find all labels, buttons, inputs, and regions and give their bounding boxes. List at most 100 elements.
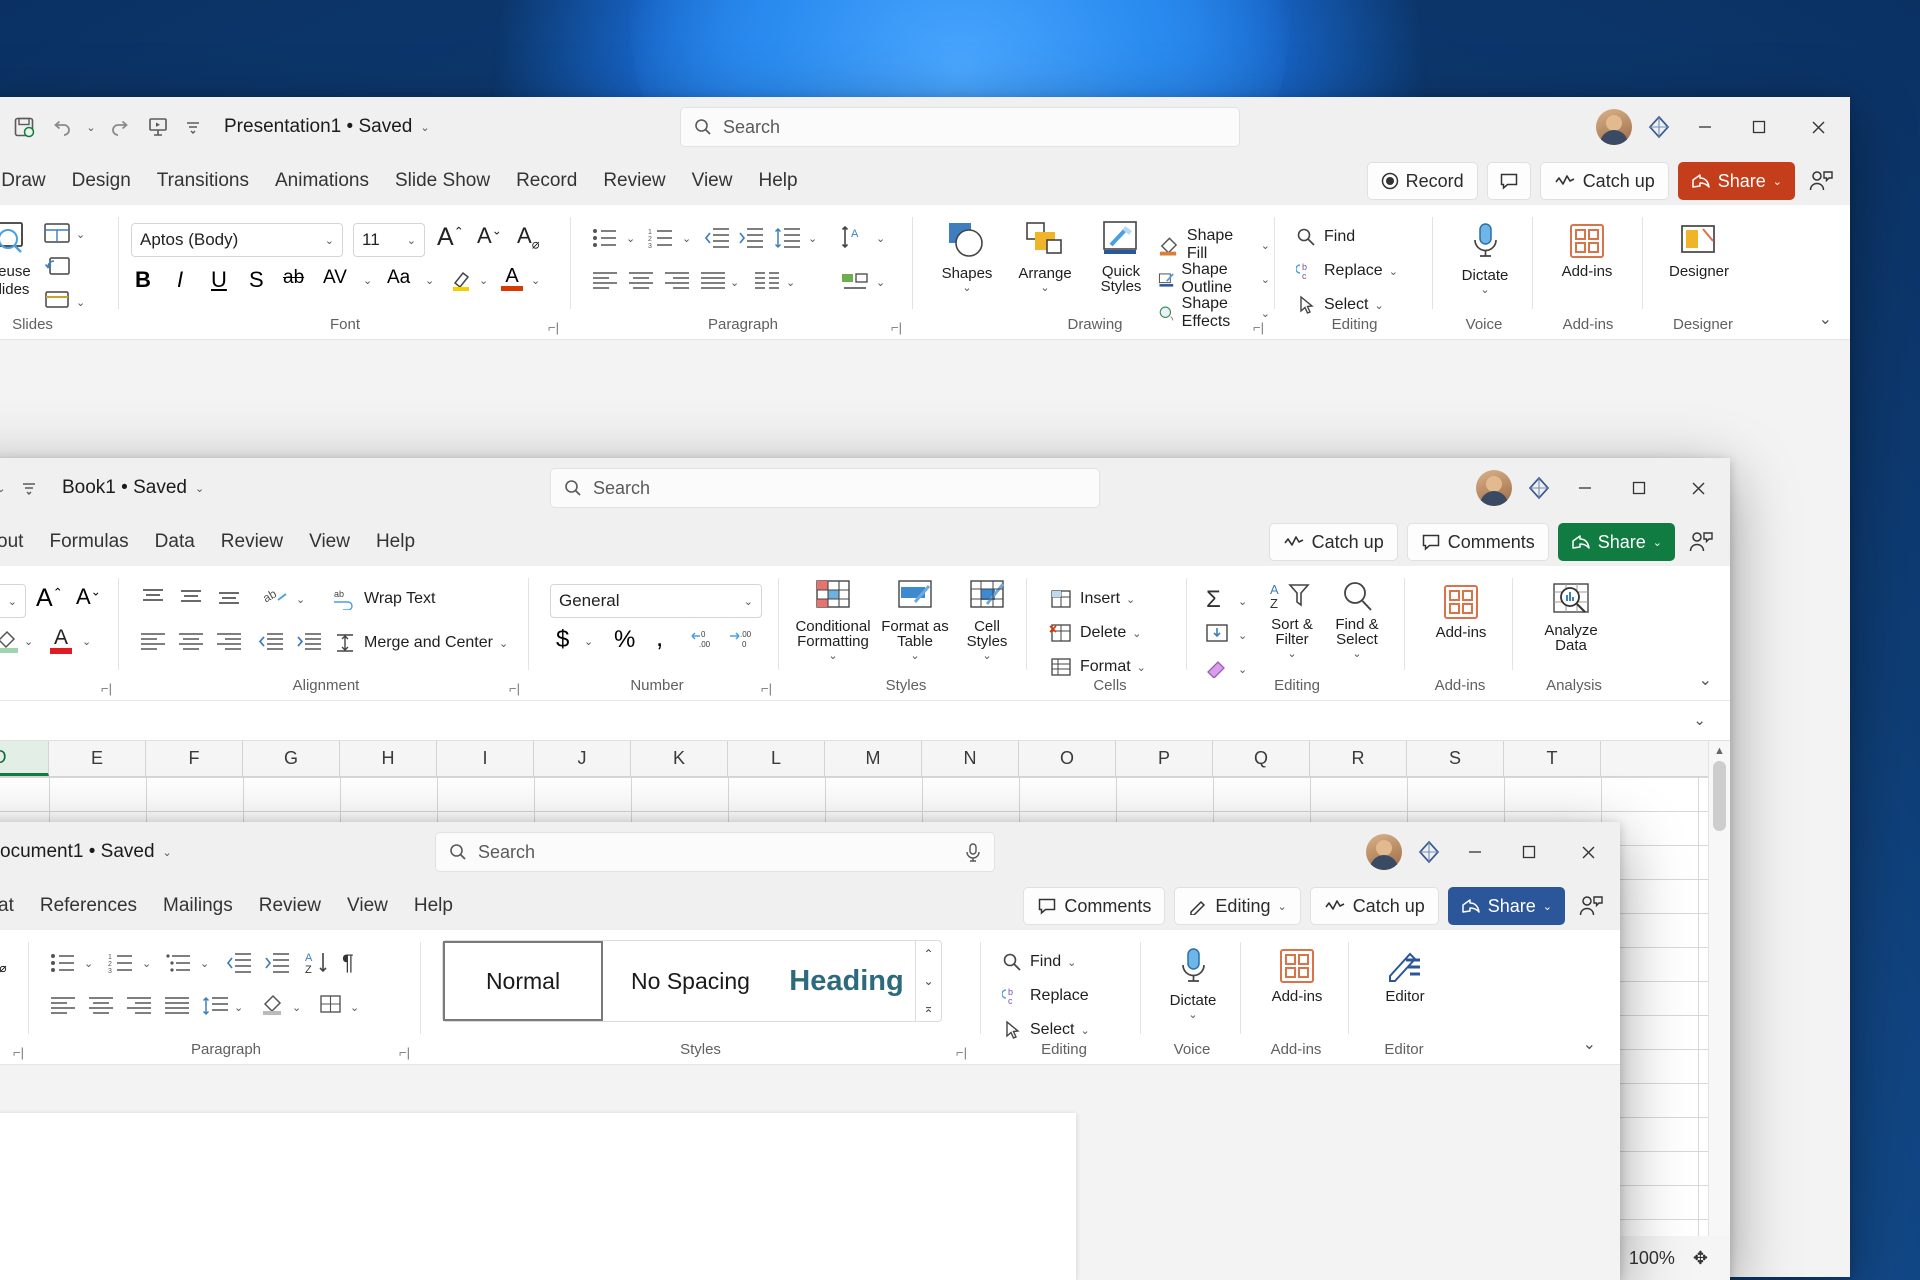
format-as-table-dropdown-icon[interactable]: ⌄ (910, 649, 919, 662)
ribbon-group-editor[interactable]: Editor Editor (1354, 930, 1454, 1064)
ribbon-group-paragraph[interactable]: ⌄ 123 ⌄ ⌄ A ⌄ (578, 205, 908, 339)
show-formatting-icon[interactable]: ¶ (342, 950, 354, 976)
word-ribbon-commands[interactable]: Comments Editing⌄ Catch up Share ⌄ (1023, 887, 1608, 925)
dictate-button[interactable]: Dictate ⌄ (1156, 946, 1230, 1021)
copilot-diamond-icon[interactable] (1646, 114, 1672, 140)
orientation-icon[interactable]: ab (262, 586, 290, 610)
ribbon-group-voice[interactable]: Dictate ⌄ Voice (1438, 205, 1530, 339)
word-title-chevron-icon[interactable]: ⌄ (163, 843, 172, 861)
excel-vertical-scrollbar[interactable]: ▲ (1708, 741, 1730, 1280)
maximize-button[interactable] (1612, 466, 1666, 510)
zoom-level[interactable]: 100% (1629, 1248, 1675, 1269)
increase-decimal-icon[interactable]: 0.00 (688, 628, 718, 652)
style-item-heading[interactable]: Heading (778, 941, 915, 1021)
font-color-dropdown-icon[interactable]: ⌄ (0, 996, 1, 1014)
delete-cells-button[interactable]: Delete⌄ (1048, 622, 1141, 644)
font-dialog-launcher[interactable]: ⌐| (13, 1045, 24, 1060)
ribbon-group-addins[interactable]: Add-ins Add-ins (1410, 566, 1510, 700)
powerpoint-document-title[interactable]: Presentation1 • Saved (224, 116, 412, 138)
line-spacing-icon[interactable] (774, 227, 800, 249)
close-button[interactable] (1786, 105, 1850, 149)
convert-smartart-icon[interactable] (840, 271, 870, 295)
excel-avatar[interactable] (1476, 470, 1512, 506)
quick-styles-button[interactable]: Quick Styles (1084, 219, 1158, 294)
collapse-ribbon-icon[interactable]: ⌄ (1583, 1034, 1596, 1054)
search-mic-icon[interactable] (964, 842, 982, 862)
ribbon-group-styles[interactable]: Conditional Formatting ⌄ Format as Table… (786, 566, 1026, 700)
ribbon-group-font[interactable]: Aptos (Body)⌄ 11⌄ A⌃ A⌄ A⌀ B I U S ab AV… (125, 205, 565, 339)
bold-button[interactable]: B (135, 267, 151, 293)
word-page[interactable] (0, 1113, 1076, 1280)
strikethrough-button[interactable]: ab (283, 267, 304, 289)
column-header-m[interactable]: M (825, 741, 922, 776)
column-header-p[interactable]: P (1116, 741, 1213, 776)
tab-design[interactable]: Design (59, 166, 144, 196)
text-direction-icon[interactable]: A (840, 225, 870, 251)
numbering-dropdown-icon[interactable]: ⌄ (142, 954, 151, 972)
align-left-icon[interactable] (592, 271, 618, 291)
clear-icon[interactable] (1204, 656, 1230, 678)
word-window-buttons[interactable] (1358, 822, 1620, 882)
align-left-icon[interactable] (140, 632, 166, 652)
ribbon-group-cells[interactable]: Insert⌄ Delete⌄ Format⌄ Cells (1034, 566, 1186, 700)
numbering-icon[interactable]: 123 (648, 227, 674, 249)
share-button[interactable]: Share ⌄ (1678, 162, 1795, 200)
decrease-indent-icon[interactable] (704, 227, 730, 249)
character-spacing-button[interactable]: AV (323, 267, 347, 289)
fit-selection-icon[interactable]: ✥ (1693, 1248, 1708, 1269)
decrease-decimal-icon[interactable]: .000 (726, 628, 756, 652)
tab-format[interactable]: at (0, 891, 27, 921)
scrollbar-up-arrow-icon[interactable]: ▲ (1709, 741, 1730, 757)
styles-scroll-up-icon[interactable]: ⌃ (923, 947, 933, 961)
align-right-icon[interactable] (216, 632, 242, 652)
ribbon-group-voice[interactable]: Dictate ⌄ Voice (1146, 930, 1238, 1064)
tab-review[interactable]: Review (590, 166, 678, 196)
tab-mailings[interactable]: Mailings (150, 891, 246, 921)
copilot-diamond-icon[interactable] (1526, 475, 1552, 501)
shrink-font-button[interactable]: A⌄ (477, 223, 502, 249)
comments-button[interactable] (1487, 162, 1531, 200)
save-icon[interactable] (6, 110, 42, 144)
minimize-button[interactable] (1558, 466, 1612, 510)
styles-gallery-scroll[interactable]: ⌃ ⌄ ⌅ (915, 941, 941, 1021)
ribbon-group-addins[interactable]: Add-ins Add-ins (1538, 205, 1638, 339)
powerpoint-ribbon-tabs[interactable]: t Draw Design Transitions Animations Sli… (0, 157, 1850, 205)
column-header-h[interactable]: H (340, 741, 437, 776)
tab-page-layout[interactable]: ge Layout (0, 527, 36, 557)
autosum-button[interactable]: Σ (1206, 586, 1221, 614)
powerpoint-avatar[interactable] (1596, 109, 1632, 145)
line-spacing-icon[interactable] (202, 996, 228, 1016)
styles-scroll-down-icon[interactable]: ⌄ (923, 974, 933, 988)
align-top-icon[interactable] (140, 588, 166, 608)
tab-review[interactable]: Review (246, 891, 334, 921)
analyze-data-button[interactable]: Analyze Data (1534, 580, 1608, 653)
copilot-diamond-icon[interactable] (1416, 839, 1442, 865)
shapes-dropdown-icon[interactable]: ⌄ (962, 281, 971, 294)
collapse-ribbon-icon[interactable]: ⌄ (1819, 309, 1832, 329)
customize-qat-icon[interactable] (12, 471, 46, 505)
tab-animations[interactable]: Animations (262, 166, 382, 196)
increase-indent-icon[interactable] (738, 227, 764, 249)
dictate-button[interactable]: Dictate ⌄ (1448, 221, 1522, 296)
conditional-formatting-dropdown-icon[interactable]: ⌄ (828, 649, 837, 662)
grow-font-button[interactable]: A⌃ (437, 223, 464, 252)
minimize-button[interactable] (1678, 105, 1732, 149)
increase-indent-icon[interactable] (296, 632, 322, 652)
ribbon-group-addins[interactable]: Add-ins Add-ins (1246, 930, 1346, 1064)
italic-button[interactable]: I (177, 267, 183, 293)
fill-down-icon[interactable] (1204, 622, 1230, 644)
undo-icon[interactable] (44, 110, 80, 144)
shape-outline-button[interactable]: Shape Outline⌄ (1158, 261, 1270, 297)
align-bottom-icon[interactable] (216, 588, 242, 608)
orientation-dropdown-icon[interactable]: ⌄ (296, 590, 305, 608)
tab-help[interactable]: Help (363, 527, 428, 557)
tab-view[interactable]: View (296, 527, 363, 557)
section-dropdown-icon[interactable]: ⌄ (76, 293, 85, 311)
layout-dropdown-icon[interactable]: ⌄ (76, 225, 85, 243)
align-right-icon[interactable] (664, 271, 690, 291)
fill-dropdown-icon[interactable]: ⌄ (1238, 626, 1247, 644)
increase-indent-icon[interactable] (264, 952, 290, 974)
ribbon-group-styles[interactable]: Normal No Spacing Heading ⌃ ⌄ ⌅ Styles ⌐… (428, 930, 973, 1064)
tab-review[interactable]: Review (208, 527, 296, 557)
excel-search-box[interactable]: Search (550, 468, 1100, 508)
